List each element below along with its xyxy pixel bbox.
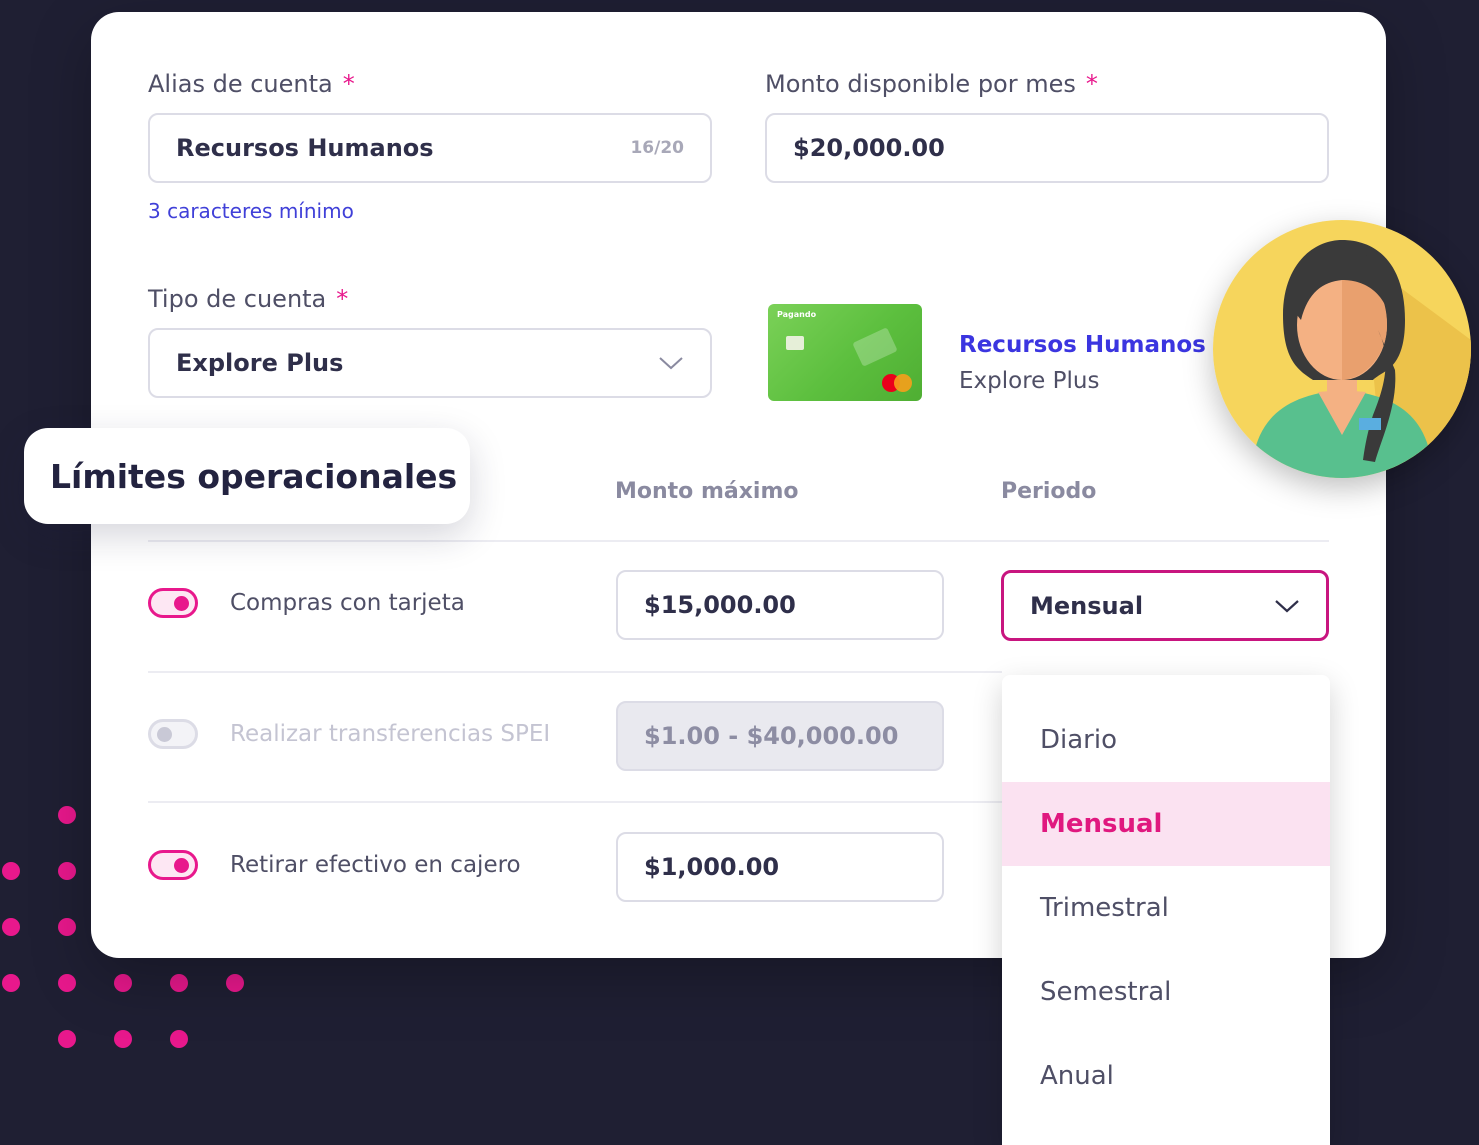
monthly-amount-label: Monto disponible por mes * [765,70,1098,98]
card-preview-name: Recursos Humanos [959,332,1206,358]
period-option-trimestral[interactable]: Trimestral [1002,866,1330,950]
divider [148,801,1002,803]
limits-section-title: Límites operacionales [24,428,470,524]
row-label-atm-withdrawal: Retirar efectivo en cajero [230,852,521,878]
toggle-atm-withdrawal[interactable] [148,850,198,880]
period-option-semestral[interactable]: Semestral [1002,950,1330,1034]
card-preview-image: Pagando [768,304,922,401]
alias-char-counter: 16/20 [630,138,684,158]
amount-input-card-purchases[interactable]: $15,000.00 [616,570,944,640]
period-select-value: Mensual [1030,591,1144,620]
divider [148,671,1002,673]
period-select-card-purchases[interactable]: Mensual [1001,570,1329,641]
chevron-down-icon [1275,599,1299,612]
period-option-diario[interactable]: Diario [1002,698,1330,782]
chevron-down-icon [659,357,683,370]
row-label-card-purchases: Compras con tarjeta [230,590,465,616]
account-type-select[interactable]: Explore Plus [148,328,712,398]
period-option-mensual[interactable]: Mensual [1002,782,1330,866]
period-option-anual[interactable]: Anual [1002,1034,1330,1118]
period-dropdown-menu: Diario Mensual Trimestral Semestral Anua… [1002,675,1330,1145]
amount-input-spei-transfers: $1.00 - $40,000.00 [616,701,944,771]
column-header-amount: Monto máximo [615,479,799,504]
account-type-value: Explore Plus [176,349,344,377]
divider [148,540,1329,542]
dropdown-arrow [1271,657,1311,677]
toggle-spei-transfers[interactable] [148,719,198,749]
column-header-period: Periodo [1001,479,1097,504]
user-avatar [1213,220,1471,478]
monthly-amount-input[interactable]: $20,000.00 [765,113,1329,183]
amount-input-atm-withdrawal[interactable]: $1,000.00 [616,832,944,902]
row-label-spei-transfers: Realizar transferencias SPEI [230,721,551,747]
alias-hint: 3 caracteres mínimo [148,199,354,223]
toggle-card-purchases[interactable] [148,588,198,618]
monthly-amount-value: $20,000.00 [793,134,945,162]
card-chip [786,336,804,350]
account-type-label: Tipo de cuenta * [148,285,349,313]
card-preview-type: Explore Plus [959,368,1100,394]
card-brand-logo: Pagando [777,310,817,319]
alias-value: Recursos Humanos [176,134,434,162]
alias-label: Alias de cuenta * [148,70,355,98]
alias-input[interactable]: Recursos Humanos 16/20 [148,113,712,183]
